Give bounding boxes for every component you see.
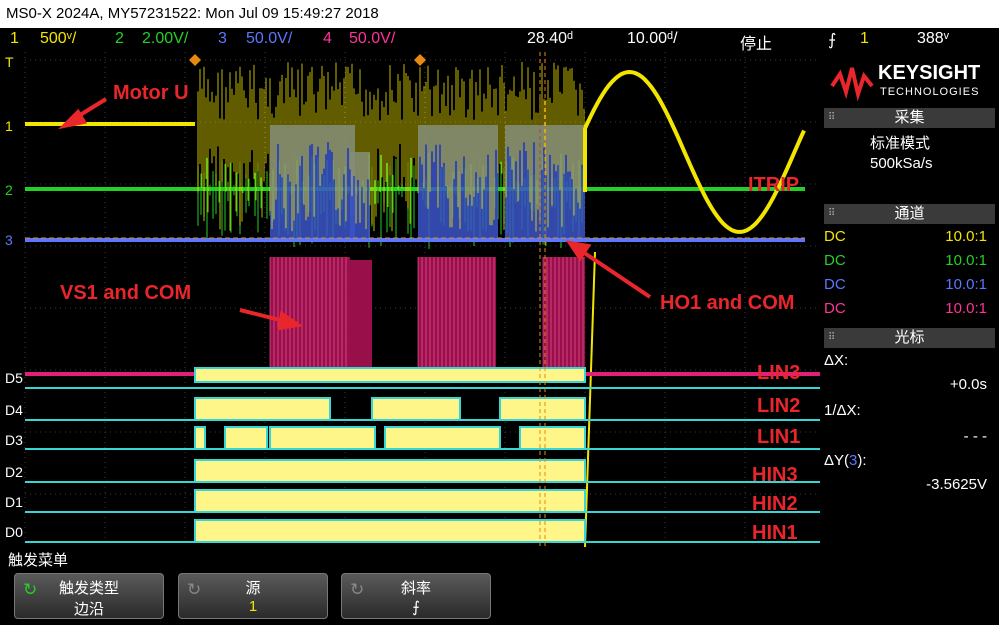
trigger-type-softkey[interactable]: ↻ 触发类型 边沿 bbox=[14, 573, 164, 619]
dx-label: ΔX: bbox=[824, 352, 849, 369]
rising-edge-icon: ⨍ bbox=[828, 32, 837, 49]
ch2-scale[interactable]: 2.00V/ bbox=[142, 30, 188, 48]
drag-handle-icon: ⠿ bbox=[828, 112, 836, 123]
channel-coupling[interactable]: DC bbox=[824, 228, 846, 245]
annotation-motor-u: Motor U bbox=[113, 82, 189, 104]
slope-softkey[interactable]: ↻ 斜率 ⨍ bbox=[341, 573, 491, 619]
menu-title: 触发菜单 bbox=[8, 552, 69, 569]
side-panel: KEYSIGHT TECHNOLOGIES ⠿ 采集 标准模式 500kSa/s… bbox=[820, 52, 999, 547]
channel-2-trace bbox=[25, 153, 805, 249]
ch3-ground-label[interactable]: 3 bbox=[5, 232, 13, 248]
ch2-ground-label[interactable]: 2 bbox=[5, 182, 13, 198]
drag-handle-icon: ⠿ bbox=[828, 208, 836, 219]
ch3-scale[interactable]: 50.0V/ bbox=[246, 30, 292, 48]
source-softkey[interactable]: ↻ 源 1 bbox=[178, 573, 328, 619]
time-scale[interactable]: 10.00ᵈ/ bbox=[627, 30, 678, 48]
dx-value: +0.0s bbox=[949, 376, 987, 393]
annotation-lin1: LIN1 bbox=[757, 426, 801, 448]
window-title: MS0-X 2024A, MY57231522: Mon Jul 09 15:4… bbox=[0, 0, 999, 28]
trigger-marker: T bbox=[5, 54, 14, 70]
digital-channels bbox=[194, 367, 586, 543]
channel-4-trace bbox=[269, 257, 585, 382]
keysight-logo: KEYSIGHT TECHNOLOGIES bbox=[824, 56, 995, 106]
annotation-hin1: HIN1 bbox=[752, 522, 798, 544]
ch4-number[interactable]: 4 bbox=[323, 30, 332, 48]
status-bar: 1 500ᵛ/ 2 2.00V/ 3 50.0V/ 4 50.0V/ 28.40… bbox=[0, 28, 999, 54]
d4-label: D4 bbox=[5, 402, 23, 418]
brand-sub: TECHNOLOGIES bbox=[880, 86, 980, 98]
d0-label: D0 bbox=[5, 524, 23, 540]
annotation-itrip: ITRIP bbox=[748, 174, 800, 196]
channel-coupling[interactable]: DC bbox=[824, 252, 846, 269]
time-delay[interactable]: 28.40ᵈ bbox=[527, 30, 573, 48]
trigger-source[interactable]: 1 bbox=[860, 30, 869, 48]
ch4-scale[interactable]: 50.0V/ bbox=[349, 30, 395, 48]
run-state[interactable]: 停止 bbox=[740, 30, 772, 54]
ch1-ground-label[interactable]: 1 bbox=[5, 118, 13, 134]
trigger-level[interactable]: 388ᵛ bbox=[917, 30, 949, 48]
channel-probe[interactable]: 10.0:1 bbox=[945, 276, 987, 293]
softkey-bar: 触发菜单 ↻ 触发类型 边沿 ↻ 源 1 ↻ 斜率 ⨍ bbox=[0, 547, 999, 625]
channel-coupling[interactable]: DC bbox=[824, 300, 846, 317]
dy-label: ΔY(3): bbox=[824, 452, 867, 469]
annotation-vs1-com: VS1 and COM bbox=[60, 282, 192, 304]
channels-header[interactable]: ⠿ 通道 bbox=[824, 204, 995, 224]
channel-probe[interactable]: 10.0:1 bbox=[945, 300, 987, 317]
waveform-display[interactable]: T 1 2 3 D5 D4 D3 D2 D1 D0 Motor U VS1 an… bbox=[0, 52, 820, 547]
d2-label: D2 bbox=[5, 464, 23, 480]
ch3-number[interactable]: 3 bbox=[218, 30, 227, 48]
annotation-hin2: HIN2 bbox=[752, 493, 798, 515]
keysight-wave-icon bbox=[830, 67, 874, 102]
annotation-lin2: LIN2 bbox=[757, 395, 801, 417]
brand-name: KEYSIGHT bbox=[878, 62, 981, 84]
annotation-ho1-com: HO1 and COM bbox=[660, 292, 795, 314]
ch2-number[interactable]: 2 bbox=[115, 30, 124, 48]
d5-label: D5 bbox=[5, 370, 23, 386]
acquire-rate: 500kSa/s bbox=[870, 155, 933, 172]
d1-label: D1 bbox=[5, 494, 23, 510]
ch1-scale[interactable]: 500ᵛ/ bbox=[40, 30, 76, 48]
cursors-header[interactable]: ⠿ 光标 bbox=[824, 328, 995, 348]
channel-coupling[interactable]: DC bbox=[824, 276, 846, 293]
acquire-mode: 标准模式 bbox=[870, 135, 931, 152]
inv-dx-value: - - - bbox=[963, 428, 987, 445]
channel-probe[interactable]: 10.0:1 bbox=[945, 252, 987, 269]
d3-label: D3 bbox=[5, 432, 23, 448]
dy-value: -3.5625V bbox=[926, 476, 987, 493]
ch1-number[interactable]: 1 bbox=[10, 30, 19, 48]
inv-dx-label: 1/ΔX: bbox=[824, 402, 861, 419]
drag-handle-icon: ⠿ bbox=[828, 332, 836, 343]
annotation-lin3: LIN3 bbox=[757, 362, 801, 384]
annotation-hin3: HIN3 bbox=[752, 464, 798, 486]
channel-probe[interactable]: 10.0:1 bbox=[945, 228, 987, 245]
acquire-header[interactable]: ⠿ 采集 bbox=[824, 108, 995, 128]
